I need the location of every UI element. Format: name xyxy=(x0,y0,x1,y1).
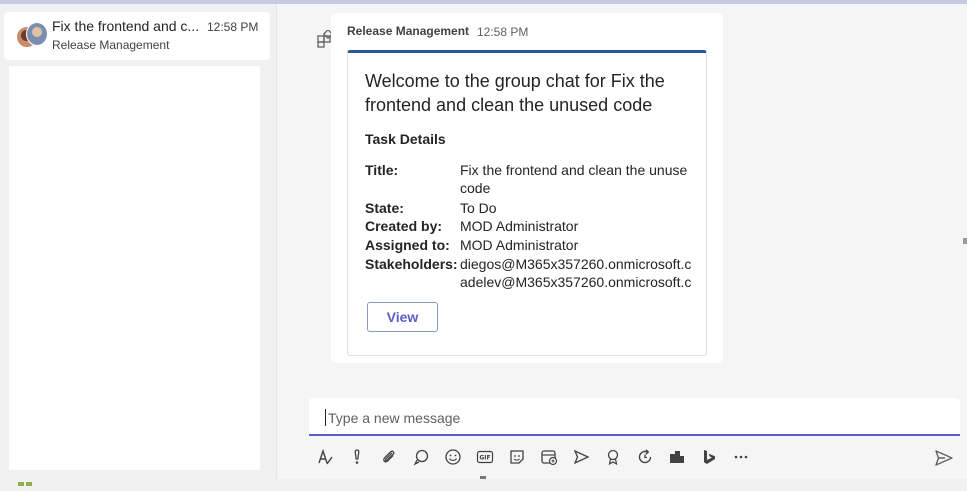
message-input[interactable] xyxy=(326,406,930,430)
chat-list-empty-area xyxy=(9,66,260,470)
schedule-meeting-icon[interactable] xyxy=(537,445,561,469)
bing-icon[interactable] xyxy=(697,445,721,469)
card-title: Welcome to the group chat for Fix the fr… xyxy=(365,71,665,115)
group-avatar xyxy=(16,22,48,52)
adaptive-card: Welcome to the group chat for Fix the fr… xyxy=(347,50,707,356)
updates-icon[interactable] xyxy=(633,445,657,469)
fact-value: diegos@M365x357260.onmicrosoft.c xyxy=(460,256,692,272)
format-icon[interactable] xyxy=(313,445,337,469)
fact-key: Created by: xyxy=(365,218,443,234)
fact-value: MOD Administrator xyxy=(460,237,579,253)
app-icon[interactable] xyxy=(665,445,689,469)
chat-item-subtitle: Release Management xyxy=(52,38,170,52)
loop-icon[interactable] xyxy=(409,445,433,469)
praise-icon[interactable] xyxy=(601,445,625,469)
message-composer[interactable] xyxy=(309,398,960,436)
message-sender: Release Management xyxy=(347,24,470,38)
more-icon[interactable] xyxy=(729,445,753,469)
message-time: 12:58 PM xyxy=(477,25,529,39)
attach-icon[interactable] xyxy=(377,445,401,469)
fact-value: MOD Administrator xyxy=(460,218,579,234)
view-button[interactable]: View xyxy=(367,302,438,332)
fact-key: Stakeholders: xyxy=(365,256,458,272)
chat-list-item-release-management[interactable]: Fix the frontend and c... 12:58 PM Relea… xyxy=(4,12,270,60)
svg-text:GIF: GIF xyxy=(479,455,490,462)
fact-value: Fix the frontend and clean the unuse cod… xyxy=(460,162,688,196)
gif-icon[interactable]: GIF xyxy=(473,445,497,469)
sticker-icon[interactable] xyxy=(505,445,529,469)
resize-handle xyxy=(963,238,967,244)
chat-item-time: 12:58 PM xyxy=(207,20,259,34)
task-details-heading: Task Details xyxy=(365,131,446,147)
fact-value: To Do xyxy=(460,200,497,216)
fact-key: Title: xyxy=(365,162,399,178)
chat-list-pane: Fix the frontend and c... 12:58 PM Relea… xyxy=(0,4,277,486)
emoji-icon[interactable] xyxy=(441,445,465,469)
fact-key: Assigned to: xyxy=(365,237,450,253)
message-bubble: Release Management 12:58 PM Welcome to t… xyxy=(331,13,723,363)
stream-icon[interactable] xyxy=(569,445,593,469)
fact-value: adelev@M365x357260.onmicrosoft.c xyxy=(460,274,692,290)
chat-item-title: Fix the frontend and c... xyxy=(52,18,200,34)
important-icon[interactable] xyxy=(345,445,369,469)
partial-app-icon xyxy=(18,473,58,486)
fact-key: State: xyxy=(365,200,404,216)
send-icon[interactable] xyxy=(932,446,956,470)
